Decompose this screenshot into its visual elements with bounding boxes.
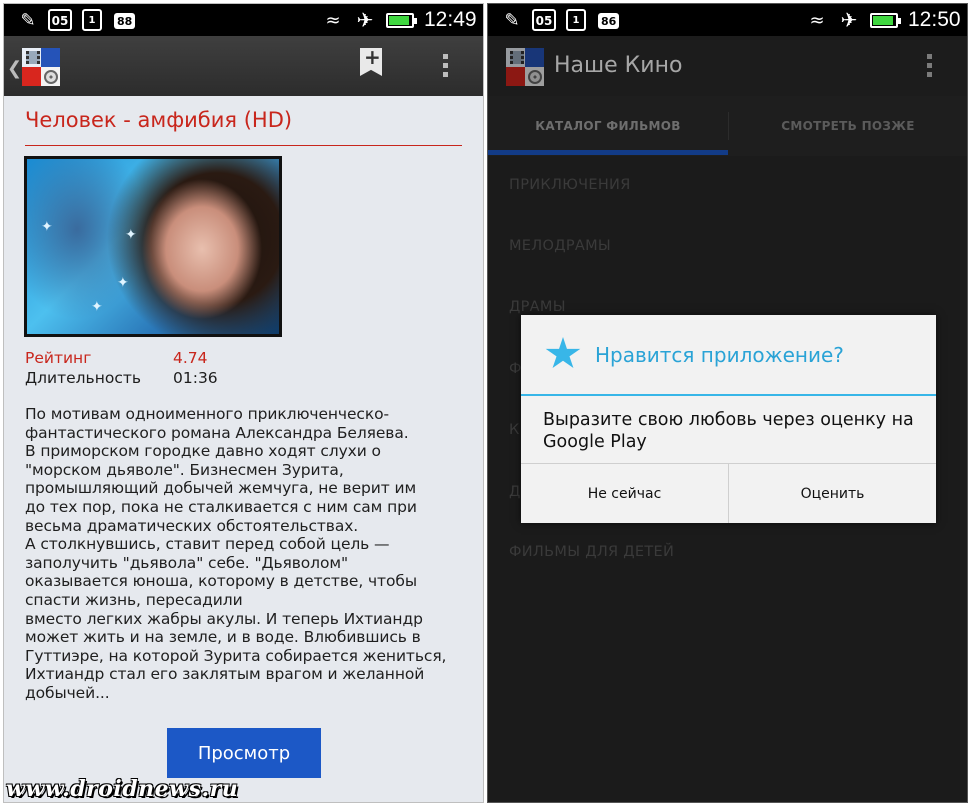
rating-value: 4.74 xyxy=(173,349,208,367)
movie-poster[interactable]: ✦ ✦ ✦ ✦ xyxy=(24,156,282,337)
calendar-date-icon: 05 xyxy=(48,9,72,31)
edit-icon: ✎ xyxy=(504,9,520,31)
overflow-menu-icon[interactable] xyxy=(443,54,449,81)
clock: 12:50 xyxy=(908,8,961,31)
airplane-mode-icon: ✈ xyxy=(840,8,858,32)
star-icon xyxy=(545,337,581,368)
action-bar: ❮ xyxy=(4,36,483,96)
airplane-mode-icon: ✈ xyxy=(356,8,374,32)
duration-value: 01:36 xyxy=(173,369,218,387)
rate-button[interactable]: Оценить xyxy=(729,464,936,523)
status-bar: ✎ 05 1 88 ≈ ✈ 12:49 xyxy=(4,4,483,36)
clock: 12:49 xyxy=(424,8,477,31)
rating-label: Рейтинг xyxy=(25,349,92,367)
app-logo[interactable] xyxy=(22,48,60,86)
status-bar: ✎ 05 1 86 ≈ ✈ 12:50 xyxy=(488,4,967,36)
calendar-icon: 1 xyxy=(82,9,102,31)
dialog-message: Выразите свою любовь через оценку на Goo… xyxy=(543,410,914,452)
notification-count-badge: 86 xyxy=(598,13,620,29)
duration-label: Длительность xyxy=(25,369,142,387)
calendar-icon: 1 xyxy=(566,9,586,31)
movie-detail-screen: ✎ 05 1 88 ≈ ✈ 12:49 ❮ Человек - амфибия … xyxy=(3,3,484,803)
watch-button[interactable]: Просмотр xyxy=(167,728,321,778)
site-watermark: www.droidnews.ru xyxy=(6,776,239,802)
wifi-icon: ≈ xyxy=(809,9,825,31)
battery-icon xyxy=(386,13,417,28)
calendar-date-icon: 05 xyxy=(532,9,556,31)
dialog-title-divider xyxy=(521,394,936,396)
rate-app-dialog: Нравится приложение? Выразите свою любов… xyxy=(521,315,936,523)
bookmark-add-icon[interactable] xyxy=(360,48,382,76)
back-arrow-icon[interactable]: ❮ xyxy=(7,58,22,79)
dialog-title: Нравится приложение? xyxy=(595,343,844,367)
movie-description: По мотивам одноименного приключенческо- … xyxy=(25,405,447,702)
edit-icon: ✎ xyxy=(20,9,36,31)
wifi-icon: ≈ xyxy=(325,9,341,31)
battery-icon xyxy=(870,13,901,28)
not-now-button[interactable]: Не сейчас xyxy=(521,464,728,523)
title-divider xyxy=(25,145,462,146)
movie-title: Человек - амфибия (HD) xyxy=(25,108,293,132)
notification-count-badge: 88 xyxy=(114,13,136,29)
catalog-screen: ✎ 05 1 86 ≈ ✈ 12:50 Наше Кино КАТАЛОГ ФИ… xyxy=(487,3,968,803)
